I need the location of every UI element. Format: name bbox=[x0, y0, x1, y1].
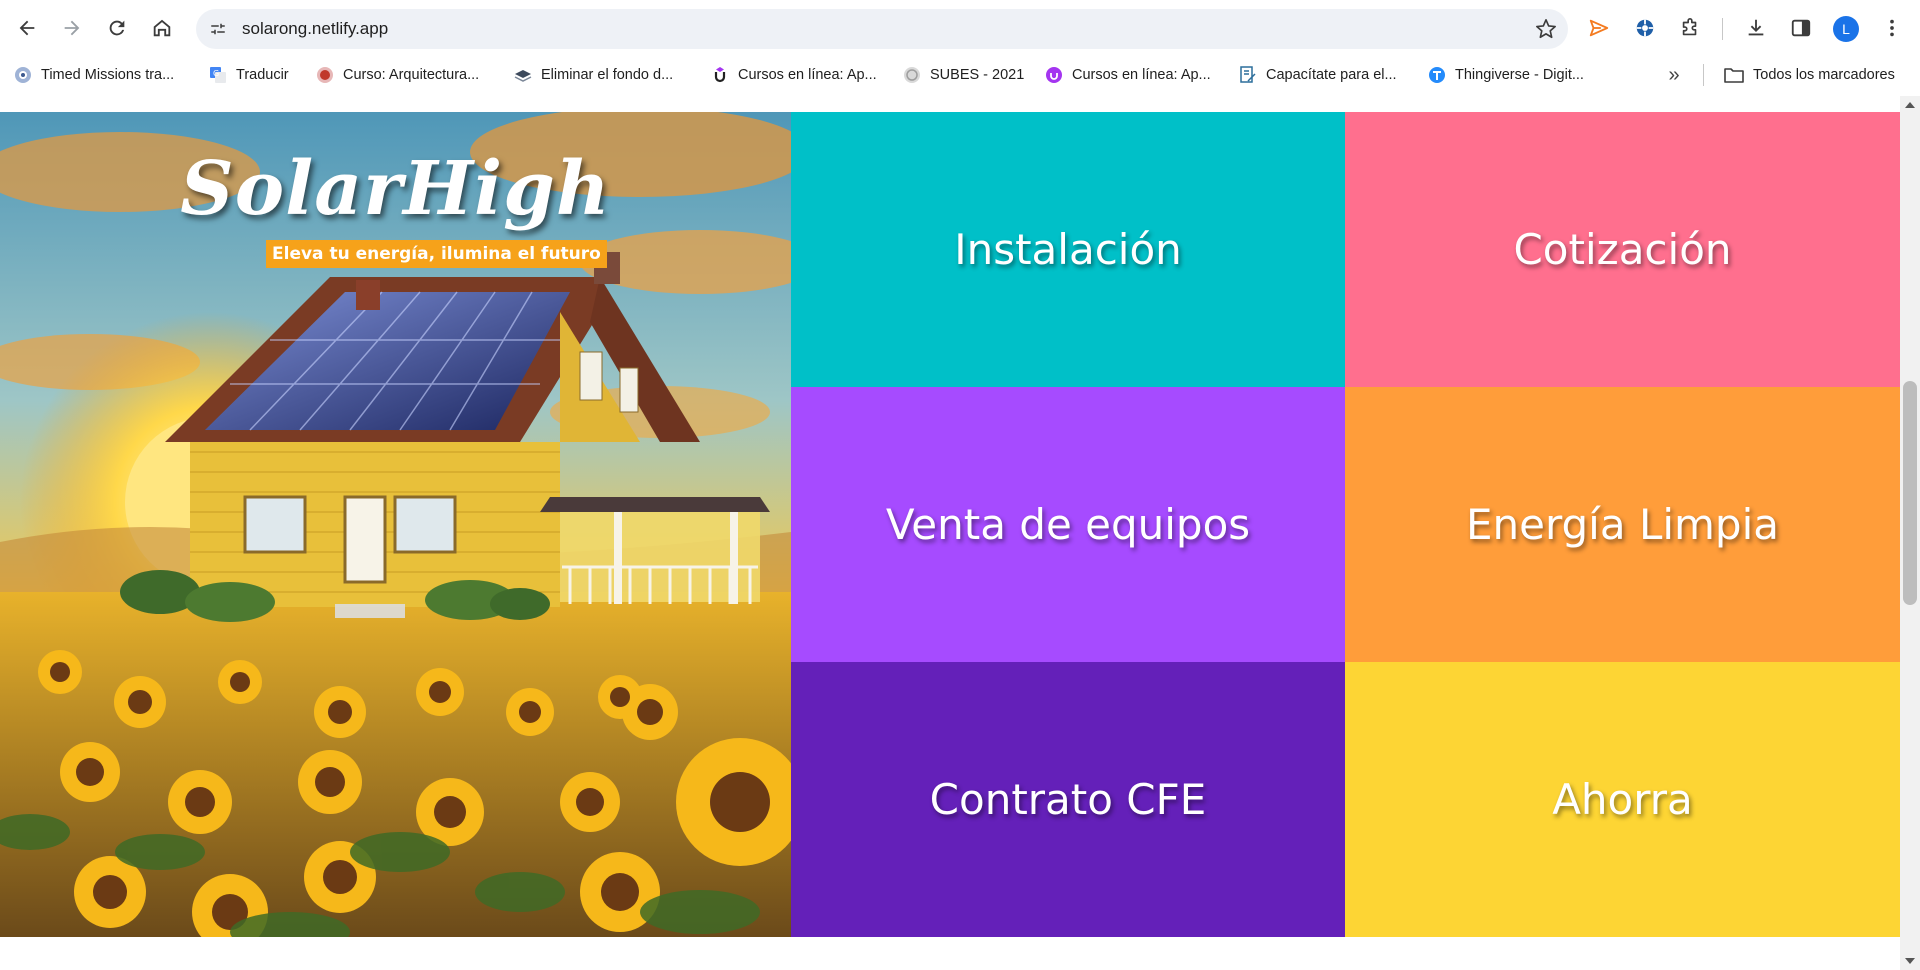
toolbar-divider bbox=[1722, 18, 1723, 40]
arrow-right-icon bbox=[64, 20, 80, 36]
site-tagline: Eleva tu energía, ilumina el futuro bbox=[266, 240, 607, 268]
send-arrow-icon bbox=[1589, 19, 1609, 37]
tile-ahorra[interactable]: Ahorra bbox=[1345, 662, 1900, 937]
arrow-left-icon bbox=[19, 20, 35, 36]
bookmark-star-button[interactable] bbox=[1532, 15, 1560, 43]
bookmark-item[interactable]: Thingiverse - Digit... bbox=[1428, 58, 1584, 92]
subes-favicon-icon bbox=[904, 67, 920, 83]
reload-icon bbox=[109, 20, 125, 36]
tile-label: Contrato CFE bbox=[929, 775, 1207, 824]
scrollbar-thumb[interactable] bbox=[1903, 381, 1917, 605]
download-icon bbox=[1748, 19, 1764, 36]
url-text[interactable]: solarong.netlify.app bbox=[242, 19, 388, 39]
all-bookmarks-button[interactable]: Todos los marcadores bbox=[1724, 58, 1895, 92]
tile-venta-de-equipos[interactable]: Venta de equipos bbox=[791, 387, 1345, 662]
solar-house-illustration bbox=[0, 112, 791, 937]
more-bookmarks-chevron-icon[interactable]: » bbox=[1660, 64, 1688, 88]
tile-label: Instalación bbox=[954, 225, 1182, 274]
tune-icon bbox=[211, 23, 225, 35]
bookmark-item[interactable]: Capacítate para el... bbox=[1239, 58, 1397, 92]
bookmark-item[interactable]: Cursos en línea: Ap... bbox=[1045, 58, 1211, 92]
site-logo[interactable]: SolarHigh bbox=[0, 146, 791, 232]
folder-icon bbox=[1724, 68, 1744, 83]
translate-icon: G bbox=[210, 67, 226, 83]
browser-toolbar: solarong.netlify.app L bbox=[0, 0, 1920, 58]
side-panel-icon bbox=[1791, 19, 1811, 37]
bookmarks-bar: Timed Missions tra... G Traducir Curso: … bbox=[0, 58, 1920, 96]
page-scrollbar[interactable] bbox=[1900, 96, 1920, 970]
forward-button[interactable] bbox=[53, 9, 91, 47]
thingiverse-favicon-icon bbox=[1429, 67, 1445, 83]
udemy-purple-favicon-icon bbox=[1046, 67, 1062, 83]
site-info-button[interactable] bbox=[204, 15, 232, 43]
address-bar[interactable]: solarong.netlify.app bbox=[196, 9, 1568, 49]
bookmark-item[interactable]: G Traducir bbox=[209, 58, 289, 92]
udemy-favicon-icon bbox=[714, 67, 726, 83]
curso-favicon-icon bbox=[317, 67, 333, 83]
bookmark-item[interactable]: SUBES - 2021 bbox=[903, 58, 1024, 92]
tile-label: Energía Limpia bbox=[1466, 500, 1779, 549]
scroll-up-arrow-icon[interactable] bbox=[1905, 102, 1915, 108]
tile-energia-limpia[interactable]: Energía Limpia bbox=[1345, 387, 1900, 662]
kebab-menu-icon bbox=[1890, 19, 1894, 37]
puzzle-icon bbox=[1682, 18, 1697, 36]
browser-menu-button[interactable] bbox=[1873, 9, 1911, 47]
tile-label: Ahorra bbox=[1552, 775, 1693, 824]
home-icon bbox=[153, 19, 171, 37]
tile-instalacion[interactable]: Instalación bbox=[791, 112, 1345, 387]
bookmark-item[interactable]: Cursos en línea: Ap... bbox=[711, 58, 877, 92]
bookmarks-divider bbox=[1703, 64, 1704, 86]
tile-label: Cotización bbox=[1513, 225, 1732, 274]
reload-button[interactable] bbox=[98, 9, 136, 47]
bookmark-item[interactable]: Timed Missions tra... bbox=[14, 58, 174, 92]
scroll-down-arrow-icon[interactable] bbox=[1905, 958, 1915, 964]
bookmark-item[interactable]: Curso: Arquitectura... bbox=[316, 58, 479, 92]
side-panel-button[interactable] bbox=[1782, 9, 1820, 47]
bookmark-item[interactable]: Eliminar el fondo d... bbox=[514, 58, 673, 92]
send-extension-button[interactable] bbox=[1580, 9, 1618, 47]
tile-label: Venta de equipos bbox=[885, 500, 1251, 549]
timed-missions-favicon-icon bbox=[15, 67, 31, 83]
downloads-button[interactable] bbox=[1737, 9, 1775, 47]
globe-extension-icon bbox=[1636, 19, 1654, 37]
star-outline-icon bbox=[1536, 19, 1556, 39]
home-button[interactable] bbox=[143, 9, 181, 47]
hero-panel: SolarHigh Eleva tu energía, ilumina el f… bbox=[0, 112, 791, 937]
back-button[interactable] bbox=[8, 9, 46, 47]
tile-contrato-cfe[interactable]: Contrato CFE bbox=[791, 662, 1345, 937]
profile-avatar[interactable]: L bbox=[1833, 16, 1859, 42]
svg-text:G: G bbox=[213, 69, 219, 78]
page-viewport: SolarHigh Eleva tu energía, ilumina el f… bbox=[0, 112, 1900, 970]
tile-cotizacion[interactable]: Cotización bbox=[1345, 112, 1900, 387]
remove-bg-favicon-icon bbox=[514, 70, 532, 82]
capacitate-favicon-icon bbox=[1240, 66, 1256, 83]
extensions-menu-button[interactable] bbox=[1671, 9, 1709, 47]
extension-button[interactable] bbox=[1626, 9, 1664, 47]
